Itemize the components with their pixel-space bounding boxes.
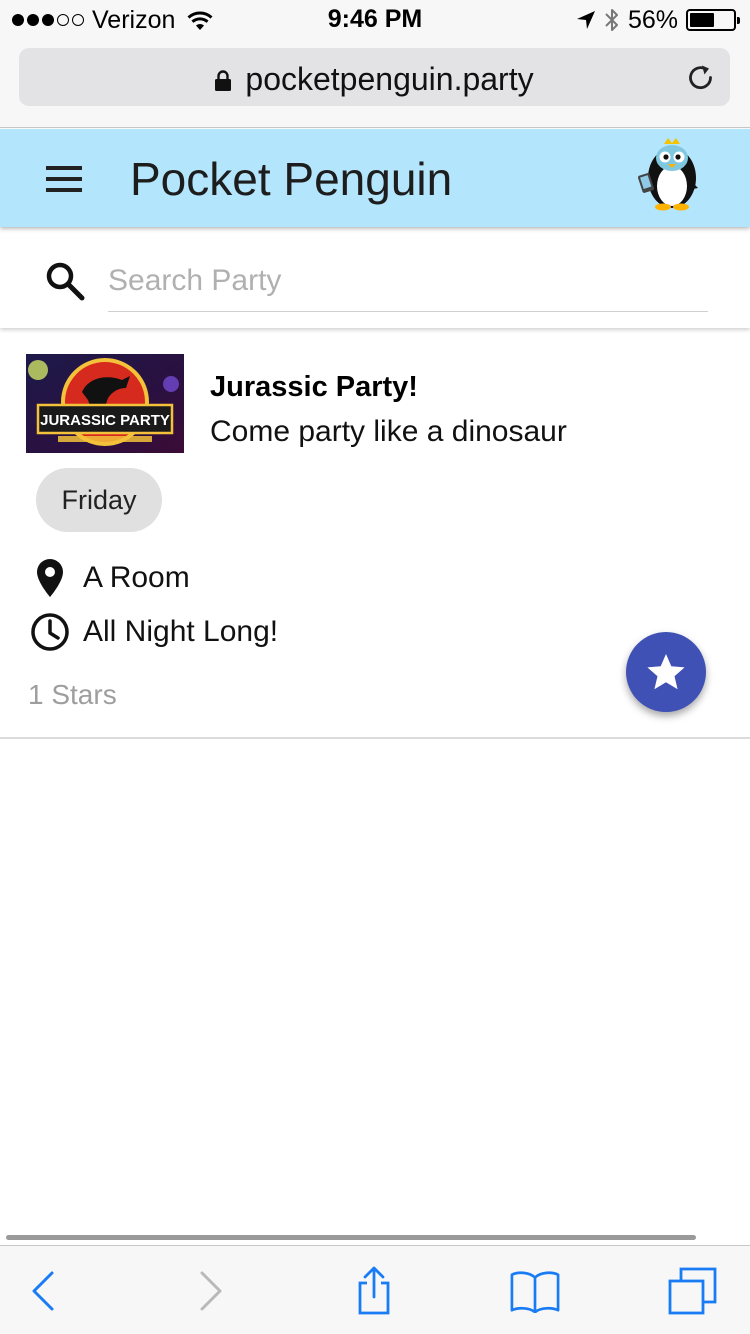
scroll-indicator[interactable] (6, 1235, 696, 1240)
tabs-icon (668, 1267, 717, 1315)
url-bar[interactable]: pocketpenguin.party (19, 48, 730, 106)
map-pin-icon (28, 556, 72, 600)
party-location: A Room (83, 561, 190, 594)
app-title: Pocket Penguin (130, 153, 453, 205)
location-row: A Room (28, 556, 190, 600)
hamburger-menu-icon (46, 166, 82, 170)
battery-percent: 56% (627, 5, 678, 34)
star-button[interactable] (626, 632, 706, 712)
share-icon (358, 1266, 390, 1315)
book-icon (510, 1271, 560, 1313)
chevron-left-icon (32, 1271, 54, 1311)
search-bar (0, 228, 750, 328)
tabs-button[interactable] (668, 1266, 718, 1316)
party-time: All Night Long! (83, 615, 279, 648)
party-card[interactable]: JURASSIC PARTY Jurassic Party! Come part… (0, 329, 750, 739)
browser-bottom-toolbar (0, 1245, 750, 1334)
lock-icon (215, 62, 232, 91)
star-icon (647, 654, 685, 690)
share-button[interactable] (349, 1266, 399, 1316)
reload-icon[interactable] (686, 63, 716, 93)
forward-button[interactable] (186, 1266, 236, 1316)
search-input[interactable] (108, 256, 708, 312)
menu-button[interactable] (38, 157, 90, 201)
url-display[interactable]: pocketpenguin.party (19, 61, 730, 98)
url-text: pocketpenguin.party (245, 61, 534, 97)
party-description: Come party like a dinosaur (210, 415, 567, 448)
chevron-right-icon (200, 1271, 222, 1311)
browser-toolbar: pocketpenguin.party (0, 40, 750, 128)
penguin-logo-icon (638, 138, 698, 211)
clock-icon (28, 610, 72, 654)
thumbnail-text: JURASSIC PARTY (40, 412, 170, 429)
search-icon (46, 262, 85, 301)
stars-count: 1 Stars (28, 679, 117, 710)
party-thumbnail: JURASSIC PARTY (26, 354, 184, 453)
day-chip[interactable]: Friday (36, 468, 162, 532)
status-bar: Verizon 9:46 PM 56% (0, 0, 750, 40)
bluetooth-icon (605, 9, 618, 31)
battery-icon (686, 9, 740, 31)
party-title: Jurassic Party! (210, 371, 418, 403)
back-button[interactable] (18, 1266, 68, 1316)
time-row: All Night Long! (28, 610, 278, 654)
battery-level (690, 13, 714, 27)
status-right: 56% (576, 5, 740, 34)
location-arrow-icon (576, 11, 595, 29)
bookmarks-button[interactable] (510, 1266, 560, 1316)
